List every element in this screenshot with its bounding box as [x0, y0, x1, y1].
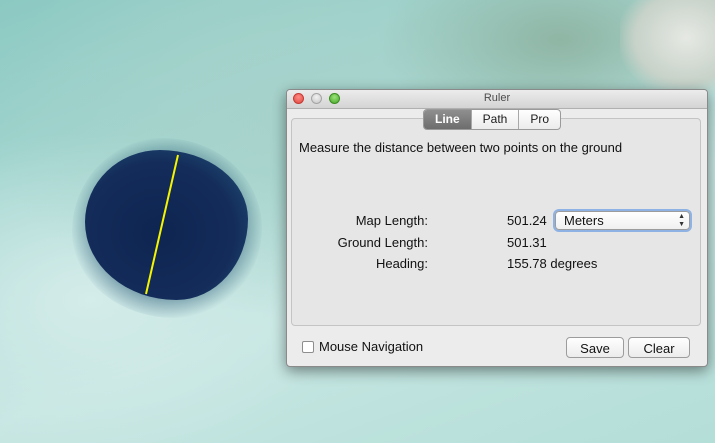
heading-label: Heading: [375, 256, 428, 271]
map-length-value: 501.24 [507, 213, 547, 228]
ground-length-label: Ground Length: [337, 235, 428, 250]
units-select-value: Meters [564, 213, 604, 228]
heading-value: 155.78 degrees [507, 256, 598, 271]
clear-button[interactable]: Clear [628, 337, 690, 358]
ruler-measure-line[interactable] [145, 154, 179, 295]
tab-pro[interactable]: Pro [518, 110, 560, 129]
save-button[interactable]: Save [566, 337, 624, 358]
up-down-arrows-icon: ▲ ▼ [678, 213, 685, 228]
tab-line[interactable]: Line [424, 110, 471, 129]
map-length-label: Map Length: [355, 213, 428, 228]
ground-length-value: 501.31 [507, 235, 547, 250]
units-select[interactable]: Meters ▲ ▼ [555, 211, 690, 230]
ruler-window: Ruler Line Path Pro Measure the distance… [286, 89, 708, 367]
mouse-navigation-label[interactable]: Mouse Navigation [319, 339, 423, 354]
tab-path[interactable]: Path [470, 110, 519, 129]
window-title: Ruler [483, 92, 511, 104]
title-bar[interactable]: Ruler [287, 90, 707, 109]
tab-content-panel: Measure the distance between two points … [291, 118, 701, 326]
mouse-navigation-checkbox[interactable] [302, 341, 314, 353]
tab-bar: Line Path Pro [423, 109, 562, 130]
instructions-text: Measure the distance between two points … [299, 140, 623, 155]
